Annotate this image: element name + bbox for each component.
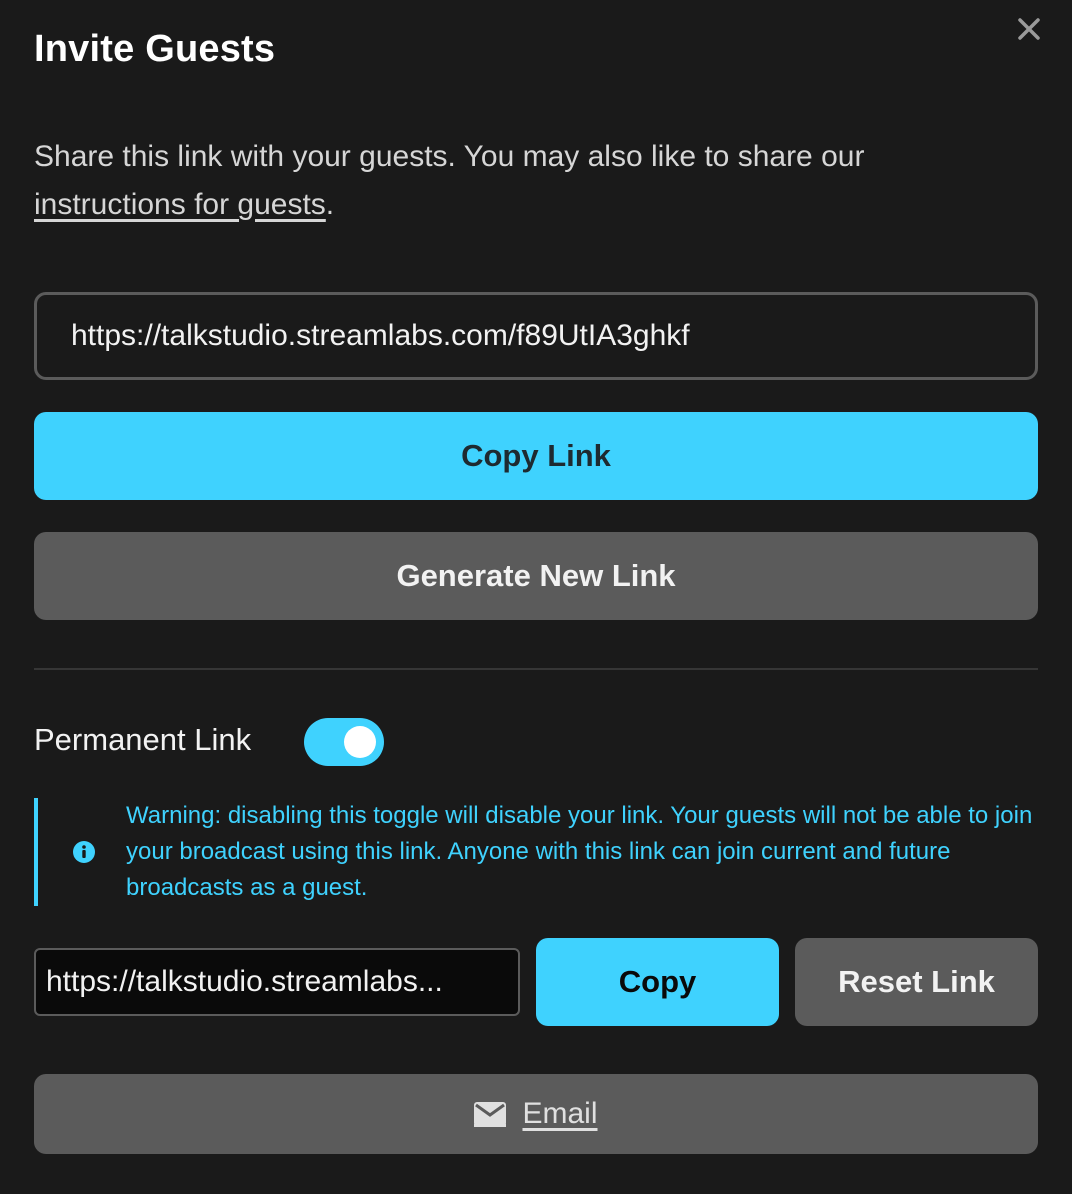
permanent-link-toggle[interactable] — [304, 718, 384, 766]
intro-body: Share this link with your guests. You ma… — [34, 140, 865, 173]
copy-link-button[interactable]: Copy Link — [34, 412, 1038, 500]
permanent-link-input[interactable] — [34, 948, 520, 1016]
email-button[interactable]: Email — [34, 1074, 1038, 1154]
intro-text: Share this link with your guests. You ma… — [34, 133, 1024, 229]
permanent-link-label: Permanent Link — [34, 722, 252, 757]
guest-link-input[interactable] — [34, 292, 1038, 380]
intro-suffix: . — [325, 188, 335, 221]
envelope-icon — [474, 1102, 507, 1127]
close-button[interactable] — [1014, 14, 1044, 44]
email-label: Email — [522, 1097, 598, 1130]
toggle-knob — [344, 726, 376, 758]
invite-guests-dialog: Invite Guests Share this link with your … — [0, 0, 1072, 1194]
instructions-link[interactable]: instructions for guests — [34, 188, 326, 221]
reset-link-button[interactable]: Reset Link — [795, 938, 1038, 1026]
copy-button[interactable]: Copy — [536, 938, 779, 1026]
dialog-title: Invite Guests — [34, 28, 276, 70]
info-icon — [73, 841, 95, 863]
warning-callout: Warning: disabling this toggle will disa… — [34, 798, 1038, 906]
close-icon — [1018, 18, 1040, 40]
warning-text: Warning: disabling this toggle will disa… — [126, 802, 1033, 901]
generate-new-link-button[interactable]: Generate New Link — [34, 532, 1038, 620]
divider — [34, 668, 1038, 670]
